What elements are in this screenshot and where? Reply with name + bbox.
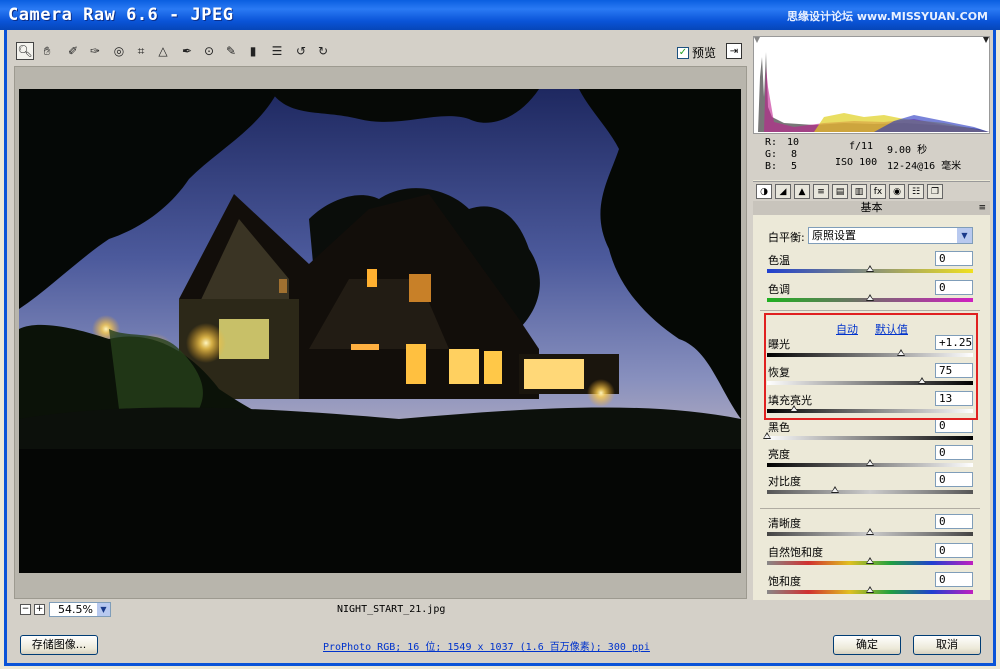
night-house-photo xyxy=(19,89,741,573)
panel-menu-icon[interactable]: ≡ xyxy=(978,201,986,215)
panel-title: 基本 ≡ xyxy=(753,201,990,215)
cancel-button[interactable]: 取消 xyxy=(913,635,981,655)
save-image-button[interactable]: 存储图像... xyxy=(20,635,98,655)
panel-title-text: 基本 xyxy=(860,201,883,214)
hsl-tab-icon[interactable]: ≡ xyxy=(813,184,829,199)
ok-button[interactable]: 确定 xyxy=(833,635,901,655)
blacks-label: 黑色 xyxy=(768,421,790,434)
tint-label: 色调 xyxy=(768,283,790,296)
temperature-slider-thumb[interactable] xyxy=(866,265,874,272)
contrast-slider-track[interactable] xyxy=(767,490,973,494)
brightness-slider-thumb[interactable] xyxy=(866,459,874,466)
basic-tab-icon[interactable]: ◑ xyxy=(756,184,772,199)
hand-tool-icon[interactable]: ✋︎ xyxy=(38,42,56,60)
white-balance-tool-icon[interactable]: ✐ xyxy=(64,42,82,60)
blacks-slider-thumb[interactable] xyxy=(763,432,771,439)
temperature-label: 色温 xyxy=(768,254,790,267)
saturation-label: 饱和度 xyxy=(768,575,801,588)
focal-length: 12-24@16 毫米 xyxy=(887,161,962,172)
chevron-down-icon: ▼ xyxy=(97,603,110,616)
rotate-cw-icon[interactable]: ↻ xyxy=(314,42,332,60)
divider xyxy=(760,310,980,311)
clarity-value-field[interactable]: 0 xyxy=(935,514,973,529)
r-label: R: xyxy=(765,137,778,148)
g-value: 8 xyxy=(791,149,798,160)
zoom-value: 54.5% xyxy=(58,603,93,616)
contrast-value-field[interactable]: 0 xyxy=(935,472,973,487)
graduated-filter-icon[interactable]: ▮ xyxy=(244,42,262,60)
clarity-label: 清晰度 xyxy=(768,517,801,530)
red-eye-tool-icon[interactable]: ⊙ xyxy=(200,42,218,60)
saturation-slider-thumb[interactable] xyxy=(866,586,874,593)
tint-value-field[interactable]: 0 xyxy=(935,280,973,295)
saturation-value-field[interactable]: 0 xyxy=(935,572,973,587)
brightness-label: 亮度 xyxy=(768,448,790,461)
clarity-slider-thumb[interactable] xyxy=(866,528,874,535)
b-value: 5 xyxy=(791,161,798,172)
contrast-label: 对比度 xyxy=(768,475,801,488)
shutter-speed: 9.00 秒 xyxy=(887,145,928,156)
watermark: 思缘设计论坛 www.MISSYUAN.COM xyxy=(786,10,988,23)
spot-removal-tool-icon[interactable]: ✒ xyxy=(178,42,196,60)
temperature-value-field[interactable]: 0 xyxy=(935,251,973,266)
divider xyxy=(760,508,980,509)
b-label: B: xyxy=(765,161,778,172)
tint-slider-thumb[interactable] xyxy=(866,294,874,301)
split-toning-tab-icon[interactable]: ▤ xyxy=(832,184,848,199)
straighten-tool-icon[interactable]: △ xyxy=(154,42,172,60)
lens-corrections-tab-icon[interactable]: ▥ xyxy=(851,184,867,199)
preview-toggle[interactable]: ✓ 预览 xyxy=(677,44,716,61)
rotate-ccw-icon[interactable]: ↺ xyxy=(292,42,310,60)
window-title: Camera Raw 6.6 - JPEG xyxy=(8,5,234,25)
panel-tabs: ◑ ◢ ▲ ≡ ▤ ▥ fx ◉ ☷ ❐ xyxy=(753,181,990,201)
zoom-select[interactable]: 54.5% ▼ xyxy=(49,602,111,617)
zoom-tool-icon[interactable]: 🔍︎ xyxy=(16,42,34,60)
adjustment-brush-icon[interactable]: ✎ xyxy=(222,42,240,60)
histogram xyxy=(753,36,990,134)
filename: NIGHT_START_21.jpg xyxy=(337,604,446,615)
highlight-box xyxy=(764,313,978,420)
preview-photo xyxy=(19,89,741,573)
title-bar: Camera Raw 6.6 - JPEG 思缘设计论坛 www.MISSYUA… xyxy=(0,0,1000,30)
effects-tab-icon[interactable]: fx xyxy=(870,184,886,199)
presets-tab-icon[interactable]: ☷ xyxy=(908,184,924,199)
blacks-value-field[interactable]: 0 xyxy=(935,418,973,433)
detail-tab-icon[interactable]: ▲ xyxy=(794,184,810,199)
r-value: 10 xyxy=(787,137,800,148)
crop-tool-icon[interactable]: ⌗ xyxy=(132,42,150,60)
vibrance-label: 自然饱和度 xyxy=(768,546,823,559)
preferences-icon[interactable]: ☰ xyxy=(268,42,286,60)
vibrance-value-field[interactable]: 0 xyxy=(935,543,973,558)
preview-checkbox[interactable]: ✓ xyxy=(677,46,689,59)
zoom-out-button[interactable]: − xyxy=(20,604,31,615)
contrast-slider-thumb[interactable] xyxy=(830,486,839,493)
chevron-down-icon: ▼ xyxy=(957,228,972,243)
white-balance-select[interactable]: 原照设置 ▼ xyxy=(808,227,973,244)
fullscreen-icon[interactable]: ⇥ xyxy=(726,43,742,59)
target-adjustment-tool-icon[interactable]: ◎ xyxy=(110,42,128,60)
camera-calibration-tab-icon[interactable]: ◉ xyxy=(889,184,905,199)
zoom-in-button[interactable]: + xyxy=(34,604,45,615)
iso: ISO 100 xyxy=(835,157,878,168)
g-label: G: xyxy=(765,149,778,160)
histogram-graph xyxy=(754,37,989,133)
aperture: f/11 xyxy=(849,141,874,152)
tone-curve-tab-icon[interactable]: ◢ xyxy=(775,184,791,199)
toolbar: 🔍︎ ✋︎ ✐ ✑ ◎ ⌗ △ ✒ ⊙ ✎ ▮ ☰ ↺ ↻ xyxy=(14,38,747,64)
color-sampler-tool-icon[interactable]: ✑ xyxy=(86,42,104,60)
brightness-value-field[interactable]: 0 xyxy=(935,445,973,460)
white-balance-label: 白平衡: xyxy=(768,231,805,244)
workflow-options-link[interactable]: ProPhoto RGB; 16 位; 1549 x 1037 (1.6 百万像… xyxy=(323,638,650,653)
preview-label: 预览 xyxy=(692,46,717,60)
white-balance-value: 原照设置 xyxy=(812,229,856,242)
rgb-readout: R: 10 G: 8 B: 5 f/11 9.00 秒 ISO 100 12-2… xyxy=(753,134,990,180)
blacks-slider-track[interactable] xyxy=(767,436,973,440)
vibrance-slider-thumb[interactable] xyxy=(866,557,874,564)
snapshots-tab-icon[interactable]: ❐ xyxy=(927,184,943,199)
